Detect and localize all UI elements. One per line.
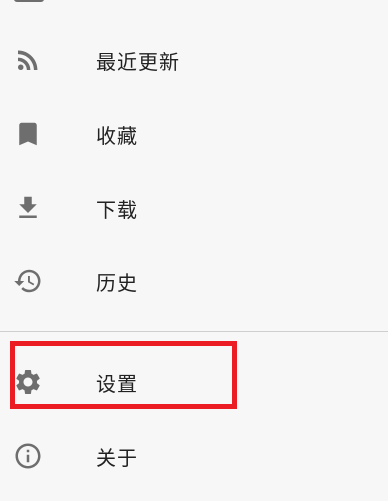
- menu-item-about[interactable]: 关于: [0, 427, 388, 485]
- menu-item-label: 最近更新: [96, 49, 180, 74]
- navigation-drawer: 最近更新 收藏 下载 历史 设置 关于: [0, 0, 388, 501]
- menu-item-label: 设置: [96, 371, 138, 396]
- partial-top-icon: [14, 0, 44, 2]
- menu-item-label: 关于: [96, 445, 138, 470]
- menu-item-recent-updates[interactable]: 最近更新: [0, 31, 388, 89]
- history-icon: [12, 265, 44, 297]
- info-icon: [12, 440, 44, 472]
- rss-icon: [12, 44, 44, 76]
- download-icon: [12, 192, 44, 224]
- menu-item-downloads[interactable]: 下载: [0, 179, 388, 237]
- menu-item-favorites[interactable]: 收藏: [0, 105, 388, 163]
- menu-divider: [0, 331, 388, 332]
- bookmark-icon: [12, 118, 44, 150]
- gear-icon: [12, 366, 44, 398]
- menu-item-label: 历史: [96, 270, 138, 295]
- menu-item-label: 下载: [96, 197, 138, 222]
- menu-item-settings[interactable]: 设置: [0, 353, 388, 411]
- menu-item-history[interactable]: 历史: [0, 252, 388, 310]
- menu-item-label: 收藏: [96, 123, 138, 148]
